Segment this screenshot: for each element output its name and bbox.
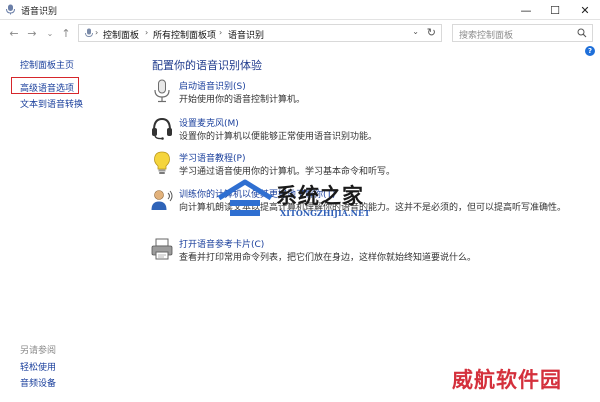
page-title: 配置你的语音识别体验 bbox=[152, 59, 262, 72]
refresh-icon[interactable]: ↻ bbox=[427, 26, 436, 39]
speech-recognition-app-icon bbox=[6, 4, 15, 15]
task-description: 设置你的计算机以便能够正常使用语音识别功能。 bbox=[179, 132, 378, 142]
arrow-up-icon: ↑ bbox=[61, 26, 71, 40]
close-icon: ✕ bbox=[580, 3, 590, 17]
sidebar-link-ease-of-access[interactable]: 轻松使用 bbox=[20, 360, 56, 373]
breadcrumb-separator-icon: › bbox=[95, 28, 99, 37]
forward-button[interactable]: → bbox=[24, 25, 40, 41]
sidebar-link-text-to-speech[interactable]: 文本到语音转换 bbox=[20, 97, 83, 110]
headset-icon bbox=[152, 117, 172, 140]
search-icon[interactable] bbox=[577, 28, 587, 38]
close-button[interactable]: ✕ bbox=[570, 0, 600, 20]
search-input[interactable]: 搜索控制面板 bbox=[459, 28, 513, 41]
maximize-icon: ☐ bbox=[550, 3, 560, 17]
printer-icon bbox=[151, 238, 173, 260]
breadcrumb-separator-icon: › bbox=[219, 28, 223, 37]
arrow-right-icon: → bbox=[27, 26, 37, 40]
site-watermark-name: 系统之家 bbox=[276, 184, 364, 208]
address-bar[interactable]: › 控制面板 › 所有控制面板项 › 语音识别 ⌄ ↻ bbox=[78, 24, 442, 42]
see-also-heading: 另请参阅 bbox=[20, 346, 57, 356]
task-set-up-microphone: 设置麦克风(M) 设置你的计算机以便能够正常使用语音识别功能。 bbox=[150, 116, 590, 146]
breadcrumb-separator-icon: › bbox=[145, 28, 149, 37]
breadcrumb-speech-recognition[interactable]: 语音识别 bbox=[228, 28, 264, 41]
sidebar-link-audio-devices[interactable]: 音频设备 bbox=[20, 376, 56, 389]
site-watermark-logo-icon bbox=[217, 179, 273, 216]
task-description: 开始使用你的语音控制计算机。 bbox=[179, 95, 306, 105]
user-speech-icon bbox=[151, 190, 173, 210]
minimize-icon: — bbox=[520, 3, 532, 17]
speech-tutorial-link[interactable]: 学习语音教程(P) bbox=[179, 151, 245, 164]
chevron-down-icon: ⌄ bbox=[46, 28, 54, 38]
task-start-speech-recognition: 启动语音识别(S) 开始使用你的语音控制计算机。 bbox=[150, 79, 590, 109]
microphone-icon bbox=[85, 28, 93, 37]
window-title: 语音识别 bbox=[21, 7, 58, 17]
back-button[interactable]: ← bbox=[6, 25, 22, 41]
site-watermark-domain: XITONGZHIJIA.NET bbox=[280, 208, 371, 218]
address-dropdown-icon[interactable]: ⌄ bbox=[412, 27, 419, 36]
site-watermark: 系统之家 XITONGZHIJIA.NET bbox=[216, 176, 416, 226]
help-button[interactable]: ? bbox=[585, 46, 595, 56]
help-icon: ? bbox=[587, 47, 593, 55]
maximize-button[interactable]: ☐ bbox=[540, 0, 570, 20]
minimize-button[interactable]: — bbox=[511, 0, 541, 20]
corner-watermark: 威航软件园 bbox=[452, 368, 562, 392]
search-box[interactable]: 搜索控制面板 bbox=[452, 24, 593, 42]
task-open-reference-card: 打开语音参考卡片(C) 查看并打印常用命令列表，把它们放在身边，这样你就始终知道… bbox=[150, 237, 590, 267]
lightbulb-icon bbox=[154, 151, 170, 174]
arrow-left-icon: ← bbox=[9, 26, 19, 40]
sidebar-link-advanced-speech-options[interactable]: 高级语音选项 bbox=[20, 81, 74, 94]
open-reference-card-link[interactable]: 打开语音参考卡片(C) bbox=[179, 237, 264, 250]
title-bar: 语音识别 — ☐ ✕ bbox=[0, 0, 600, 20]
navigation-bar: ← → ⌄ ↑ › 控制面板 › 所有控制面板项 › 语音识别 ⌄ ↻ 搜索控制… bbox=[0, 21, 600, 45]
up-button[interactable]: ↑ bbox=[58, 25, 74, 41]
set-up-microphone-link[interactable]: 设置麦克风(M) bbox=[179, 116, 239, 129]
task-description: 查看并打印常用命令列表，把它们放在身边，这样你就始终知道要说什么。 bbox=[179, 253, 477, 263]
start-speech-recognition-link[interactable]: 启动语音识别(S) bbox=[179, 79, 246, 92]
recent-locations-button[interactable]: ⌄ bbox=[42, 25, 58, 41]
breadcrumb-all-items[interactable]: 所有控制面板项 bbox=[153, 28, 216, 41]
microphone-icon bbox=[154, 79, 170, 103]
sidebar-link-control-panel-home[interactable]: 控制面板主页 bbox=[20, 58, 74, 71]
breadcrumb-control-panel[interactable]: 控制面板 bbox=[103, 28, 139, 41]
